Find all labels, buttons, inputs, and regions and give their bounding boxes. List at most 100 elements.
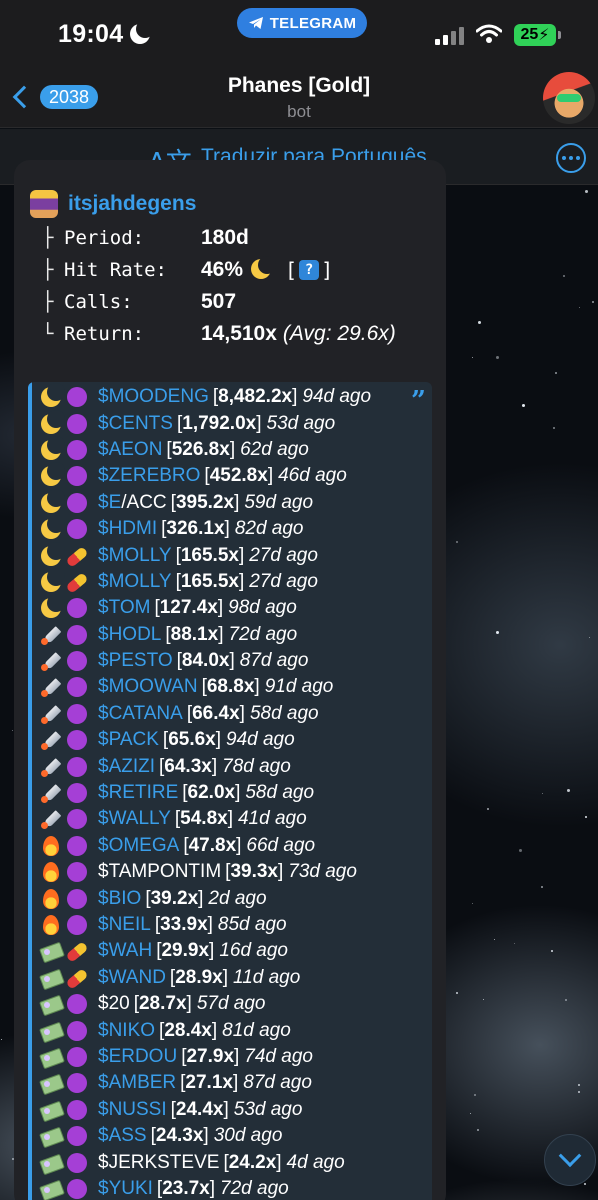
call-age: 72d ago — [228, 623, 298, 645]
purple-circle-icon — [66, 756, 88, 778]
call-row: $WALLY [54.8x] 41d ago — [40, 806, 371, 832]
star — [494, 939, 495, 940]
ticker-link[interactable]: $CENTS — [98, 413, 173, 435]
multiplier-value: 68.8x — [206, 676, 255, 698]
call-age: 46d ago — [278, 465, 347, 487]
multiplier: [27.1x] — [180, 1072, 239, 1094]
call-row: $20 [28.7x] 57d ago — [40, 991, 371, 1017]
purple-circle-icon — [66, 439, 88, 461]
star — [585, 816, 587, 818]
tree-connector: └ — [42, 323, 54, 345]
ticker-link[interactable]: $AZIZI — [98, 756, 155, 778]
multiplier: [28.4x] — [159, 1019, 218, 1041]
scroll-down-button[interactable] — [544, 1134, 596, 1186]
call-age: 2d ago — [208, 887, 267, 909]
ticker-link[interactable]: $ERDOU — [98, 1046, 177, 1068]
question-icon: ? — [299, 260, 320, 280]
stat-value: 46% — [201, 258, 244, 281]
multiplier: [64.3x] — [159, 755, 218, 777]
purple-circle-icon — [66, 888, 88, 910]
ticker-link[interactable]: $NUSSI — [98, 1099, 167, 1121]
multiplier: [24.2x] — [223, 1151, 282, 1173]
fire-icon — [40, 835, 62, 857]
money-wings-icon — [40, 1099, 62, 1121]
multiplier-value: 165.5x — [180, 570, 239, 592]
multiplier: [165.5x] — [175, 544, 245, 566]
ticker-link[interactable]: $MOLLY — [98, 571, 172, 593]
ticker-link[interactable]: $AMBER — [98, 1072, 176, 1094]
ticker-link[interactable]: $NEIL — [98, 914, 151, 936]
status-bar: 19:04 TELEGRAM 25 ⚡︎ — [0, 0, 598, 66]
purple-circle-icon — [66, 808, 88, 830]
telegram-plane-icon — [248, 17, 263, 29]
call-row: $MOLLY [165.5x] 27d ago — [40, 541, 371, 568]
ticker-link[interactable]: $RETIRE — [98, 782, 178, 804]
star — [496, 356, 499, 359]
ticker-link[interactable]: $WAH — [98, 940, 152, 962]
call-row: $AMBER [27.1x] 87d ago — [40, 1070, 371, 1096]
cellular-signal-icon — [435, 27, 465, 45]
ticker-link[interactable]: $OMEGA — [98, 835, 179, 857]
ticker-link[interactable]: $PESTO — [98, 650, 173, 672]
multiplier: [68.8x] — [201, 676, 260, 698]
ticker-link[interactable]: $NIKO — [98, 1020, 155, 1042]
multiplier-value: 66.4x — [192, 702, 240, 724]
money-wings-icon — [40, 1072, 62, 1094]
call-row: $AEON [526.8x] 62d ago — [40, 435, 371, 463]
ticker-link[interactable]: $E — [98, 492, 121, 514]
multiplier-value: 526.8x — [171, 438, 230, 460]
star — [514, 943, 515, 944]
call-row: $NIKO [28.4x] 81d ago — [40, 1017, 371, 1043]
ticker-link[interactable]: $YUKI — [98, 1178, 153, 1200]
purple-circle-icon — [66, 782, 88, 804]
ticker-link[interactable]: $WALLY — [98, 808, 171, 830]
ticker-link: $JERKSTEVE — [98, 1151, 220, 1173]
telegram-return-pill[interactable]: TELEGRAM — [237, 8, 367, 38]
star — [585, 190, 588, 193]
rocket-icon — [40, 703, 62, 725]
call-age: 94d ago — [302, 386, 372, 408]
ticker-link[interactable]: $HODL — [98, 624, 161, 646]
more-options-icon[interactable] — [556, 143, 586, 173]
ticker-link[interactable]: $WAND — [98, 967, 166, 989]
multiplier: [62.0x] — [182, 782, 241, 804]
purple-circle-icon — [66, 861, 88, 883]
quote-mark-icon: ” — [411, 386, 426, 416]
star — [584, 1183, 586, 1185]
star — [555, 372, 557, 374]
call-age: 30d ago — [213, 1125, 283, 1147]
ticker-link[interactable]: $HDMI — [98, 518, 157, 540]
star — [456, 992, 458, 994]
sender-name[interactable]: itsjahdegens — [68, 192, 196, 216]
ticker-link[interactable]: $ASS — [98, 1125, 147, 1147]
hit-rate-info[interactable]: [ ? ] — [285, 258, 333, 282]
ticker-link[interactable]: $CATANA — [98, 703, 183, 725]
call-row: $ASS [24.3x] 30d ago — [40, 1123, 371, 1149]
multiplier-value: 54.8x — [180, 808, 228, 830]
ticker-link[interactable]: $TOM — [98, 597, 150, 619]
ticker-link[interactable]: $MOOWAN — [98, 676, 198, 698]
chat-title[interactable]: Phanes [Gold] — [0, 74, 598, 98]
ticker-link[interactable]: $MOLLY — [98, 545, 172, 567]
multiplier: [23.7x] — [156, 1177, 216, 1199]
multiplier-value: 47.8x — [188, 834, 237, 856]
multiplier: [452.8x] — [204, 465, 274, 487]
ticker-link[interactable]: $PACK — [98, 729, 159, 751]
multiplier: [54.8x] — [174, 808, 233, 830]
purple-circle-icon — [66, 1125, 88, 1147]
call-row: $MOODENG [8,482.2x] 94d ago — [40, 383, 372, 410]
ticker-link[interactable]: $AEON — [98, 439, 162, 461]
call-age: 91d ago — [264, 676, 334, 698]
ticker-link[interactable]: $MOODENG — [98, 386, 209, 408]
multiplier-value: 24.2x — [228, 1151, 277, 1173]
star — [496, 631, 499, 634]
money-wings-icon — [40, 1020, 62, 1042]
multiplier: [326.1x] — [161, 518, 230, 540]
message-sender[interactable]: itsjahdegens — [30, 190, 196, 218]
call-age: 85d ago — [217, 914, 287, 935]
multiplier-value: 8,482.2x — [218, 386, 293, 408]
chat-avatar[interactable] — [543, 72, 595, 124]
multiplier: [33.9x] — [154, 914, 213, 935]
ticker-link[interactable]: $ZEREBRO — [98, 465, 200, 487]
ticker-link[interactable]: $BIO — [98, 888, 141, 910]
